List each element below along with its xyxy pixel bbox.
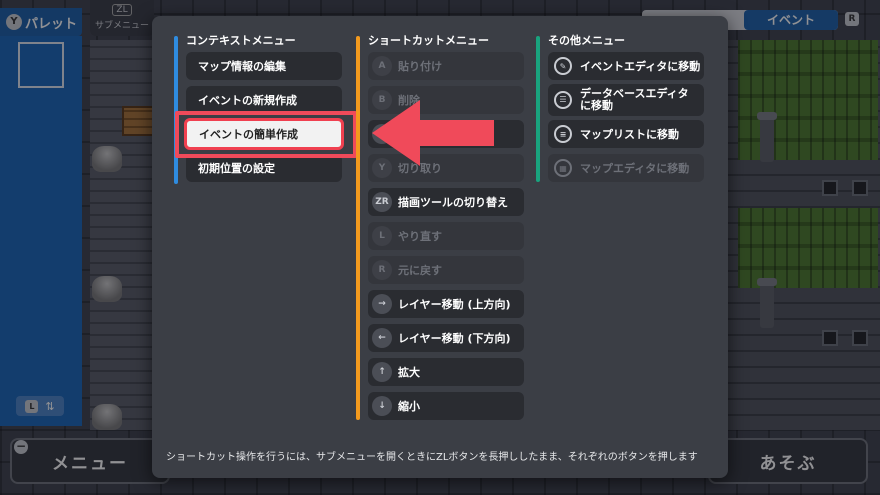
footer-hint: ショートカット操作を行うには、サブメニューを開くときにZLボタンを長押ししたまま… <box>166 452 698 463</box>
context-menu-title: コンテキストメニュー <box>186 34 296 47</box>
annotation-arrow-icon <box>372 100 494 166</box>
menu-item-new-event[interactable]: イベントの新規作成 <box>186 86 342 114</box>
shortcut-menu-accent <box>356 36 360 420</box>
menu-item-go-map-editor[interactable]: ▦ マップエディタに移動 <box>548 154 704 182</box>
shortcut-label: レイヤー移動 (下方向) <box>398 332 511 345</box>
shortcut-layer-down[interactable]: ← レイヤー移動 (下方向) <box>368 324 524 352</box>
menu-item-label: マップエディタに移動 <box>580 162 690 175</box>
database-editor-icon: ☰ <box>554 91 572 109</box>
shortcut-label: レイヤー移動 (上方向) <box>398 298 511 311</box>
menu-item-edit-map-info[interactable]: マップ情報の編集 <box>186 52 342 80</box>
arrow-down-icon: ↓ <box>372 396 392 416</box>
arrow-left-icon: ← <box>372 328 392 348</box>
context-menu-accent <box>174 36 178 184</box>
map-editor-icon: ▦ <box>554 159 572 177</box>
menu-item-initial-position[interactable]: 初期位置の設定 <box>186 154 342 182</box>
shortcut-label: 元に戻す <box>398 264 442 277</box>
shortcut-menu-title: ショートカットメニュー <box>368 34 489 47</box>
shortcut-label: やり直す <box>398 230 442 243</box>
arrow-up-icon: ↑ <box>372 362 392 382</box>
menu-item-go-event-editor[interactable]: ✎ イベントエディタに移動 <box>548 52 704 80</box>
menu-item-label: マップ情報の編集 <box>198 60 286 73</box>
shortcut-layer-up[interactable]: → レイヤー移動 (上方向) <box>368 290 524 318</box>
menu-item-label: データベースエディタに移動 <box>580 87 689 112</box>
shortcut-redo[interactable]: L やり直す <box>368 222 524 250</box>
arrow-right-icon: → <box>372 294 392 314</box>
shortcut-label: 貼り付け <box>398 60 442 73</box>
menu-item-label: イベントエディタに移動 <box>580 60 701 73</box>
r-button-icon: R <box>372 260 392 280</box>
shortcut-zoom-in[interactable]: ↑ 拡大 <box>368 358 524 386</box>
shortcut-label: 拡大 <box>398 366 420 379</box>
event-editor-icon: ✎ <box>554 57 572 75</box>
map-list-icon: ≡ <box>554 125 572 143</box>
menu-item-go-database-editor[interactable]: ☰ データベースエディタに移動 <box>548 84 704 116</box>
menu-item-label: マップリストに移動 <box>580 128 679 141</box>
menu-item-go-map-list[interactable]: ≡ マップリストに移動 <box>548 120 704 148</box>
other-menu-title: その他メニュー <box>548 34 625 47</box>
shortcut-undo[interactable]: R 元に戻す <box>368 256 524 284</box>
shortcut-paste[interactable]: A 貼り付け <box>368 52 524 80</box>
other-menu-accent <box>536 36 540 182</box>
menu-item-label: 初期位置の設定 <box>198 162 275 175</box>
a-button-icon: A <box>372 56 392 76</box>
shortcut-toggle-draw-tool[interactable]: ZR 描画ツールの切り替え <box>368 188 524 216</box>
menu-item-label: イベントの新規作成 <box>198 94 297 107</box>
highlight-frame <box>175 111 357 158</box>
shortcut-label: 縮小 <box>398 400 420 413</box>
shortcut-zoom-out[interactable]: ↓ 縮小 <box>368 392 524 420</box>
shortcut-label: 描画ツールの切り替え <box>398 196 508 209</box>
zr-button-icon: ZR <box>372 192 392 212</box>
l-button-icon: L <box>372 226 392 246</box>
